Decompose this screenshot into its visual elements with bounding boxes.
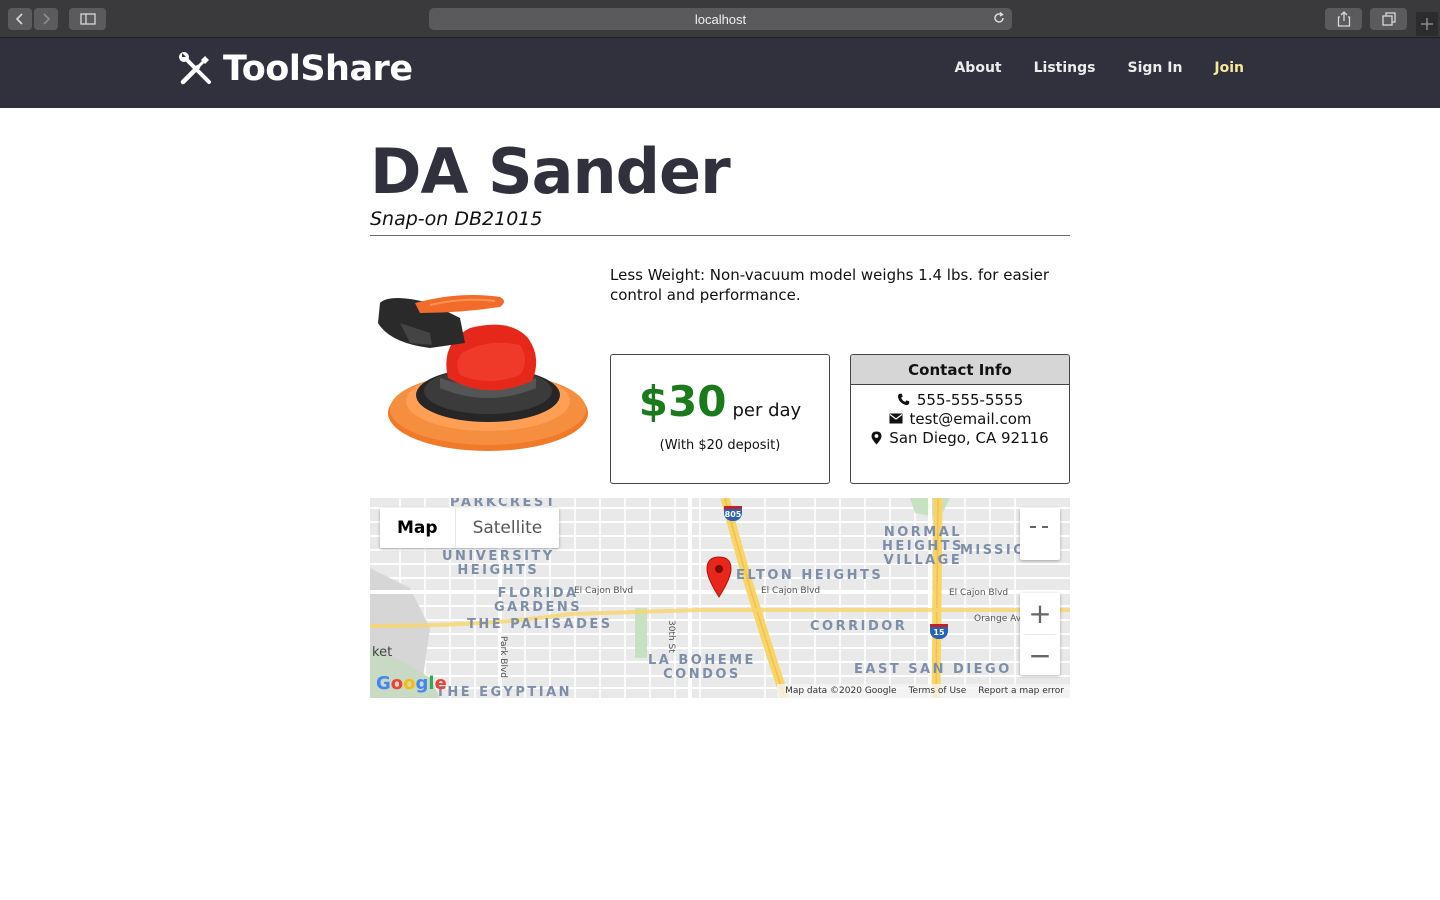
map-terms-link[interactable]: Terms of Use	[909, 684, 967, 698]
address-bar[interactable]: localhost	[429, 8, 1012, 30]
listing-description: Less Weight: Non-vacuum model weighs 1.4…	[610, 266, 1050, 304]
map-report-link[interactable]: Report a map error	[978, 684, 1064, 698]
interstate-15-shield: 15	[930, 624, 948, 639]
street-label-el-cajon-2: El Cajon Blvd	[761, 586, 821, 596]
map-data-credit: Map data ©2020 Google	[785, 686, 897, 696]
share-button[interactable]	[1325, 8, 1362, 30]
contact-location: San Diego, CA 92116	[889, 428, 1049, 447]
map-label-the-egyptian: THE EGYPTIAN	[436, 685, 573, 699]
contact-email-row: test@email.com	[851, 409, 1069, 428]
deposit-note: (With $20 deposit)	[659, 438, 781, 453]
google-logo: Google	[376, 673, 447, 694]
map-label-la-boheme: LA BOHEME CONDOS	[648, 653, 756, 682]
site-header: ToolShare About Listings Sign In Join	[0, 38, 1440, 108]
location-map[interactable]: PARKCREST UNIVERSITY HEIGHTS FLORIDA GAR…	[370, 498, 1070, 698]
tabs-overview-button[interactable]	[1370, 8, 1407, 30]
main-nav: About Listings Sign In Join	[954, 60, 1244, 76]
zoom-in-button[interactable]: +	[1020, 593, 1060, 634]
map-label-elton-heights: ELTON HEIGHTS	[736, 568, 884, 583]
fullscreen-icon	[1030, 526, 1048, 528]
map-type-control: Map Satellite	[380, 508, 560, 548]
price-unit: per day	[732, 400, 802, 421]
map-label-university-heights: UNIVERSITY HEIGHTS	[442, 549, 555, 578]
nav-sign-in[interactable]: Sign In	[1127, 60, 1182, 76]
contact-card: Contact Info 555-555-5555 test@email.com…	[850, 354, 1070, 484]
location-pin-icon[interactable]	[706, 556, 732, 598]
nav-about[interactable]: About	[954, 60, 1001, 76]
price-amount: $30	[638, 377, 727, 426]
product-image	[378, 295, 588, 451]
contact-phone: 555-555-5555	[916, 390, 1024, 409]
address-text: localhost	[694, 11, 747, 27]
zoom-out-button[interactable]: −	[1020, 635, 1060, 676]
brand-logo[interactable]: ToolShare	[178, 49, 413, 89]
listing-content: DA Sander Snap-on DB21015 Less Weight: N…	[370, 108, 1070, 698]
map-type-satellite-button[interactable]: Satellite	[454, 508, 560, 548]
street-label-el-cajon-1: El Cajon Blvd	[574, 586, 634, 596]
price-card: $30 per day (With $20 deposit)	[610, 354, 830, 484]
map-type-map-button[interactable]: Map	[380, 508, 455, 548]
street-label-30th: 30th St	[666, 620, 676, 653]
back-button[interactable]	[8, 8, 32, 30]
phone-icon	[897, 393, 910, 406]
zoom-control: + −	[1020, 593, 1060, 675]
contact-email: test@email.com	[909, 409, 1032, 428]
street-label-orange-av: Orange Av	[974, 614, 1022, 624]
contact-location-row: San Diego, CA 92116	[851, 428, 1069, 447]
tools-icon	[179, 52, 211, 85]
map-label-florida-gardens: FLORIDA GARDENS	[494, 586, 583, 615]
contact-heading: Contact Info	[851, 355, 1069, 385]
nav-join[interactable]: Join	[1214, 60, 1244, 76]
map-label-mission: MISSIO	[960, 543, 1027, 558]
street-label-el-cajon-3: El Cajon Blvd	[949, 588, 1009, 598]
sidebar-toggle-button[interactable]	[69, 8, 106, 30]
reload-icon[interactable]	[992, 11, 1006, 25]
nav-listings[interactable]: Listings	[1034, 60, 1096, 76]
share-icon	[1337, 11, 1350, 27]
sidebar-icon	[79, 13, 96, 25]
contact-phone-row: 555-555-5555	[851, 390, 1069, 409]
map-pin-icon	[871, 431, 882, 444]
map-label-corridor: CORRIDOR	[810, 619, 908, 634]
fullscreen-button[interactable]	[1020, 508, 1060, 560]
forward-button[interactable]	[34, 8, 58, 30]
listing-model: Snap-on DB21015	[370, 208, 543, 230]
map-footer: Map data ©2020 Google Terms of Use Repor…	[777, 684, 1070, 698]
browser-toolbar: localhost	[0, 0, 1440, 38]
plus-icon	[1421, 18, 1433, 30]
map-label-the-palisades: THE PALISADES	[467, 617, 613, 632]
interstate-805-shield: 805	[724, 506, 742, 521]
map-label-east-san-diego: EAST SAN DIEGO	[854, 662, 1012, 677]
listing-title: DA Sander	[370, 135, 731, 208]
chevron-right-icon	[43, 13, 51, 25]
map-label-normal-heights: NORMAL HEIGHTS VILLAGE	[882, 525, 964, 568]
brand-name: ToolShare	[223, 49, 413, 89]
envelope-icon	[889, 413, 902, 424]
tabs-icon	[1381, 12, 1396, 26]
chevron-left-icon	[15, 13, 23, 25]
new-tab-button[interactable]	[1416, 12, 1438, 36]
title-divider	[370, 235, 1070, 236]
street-label-park-blvd: Park Blvd	[498, 636, 508, 679]
map-label-ket: ket	[372, 645, 393, 660]
